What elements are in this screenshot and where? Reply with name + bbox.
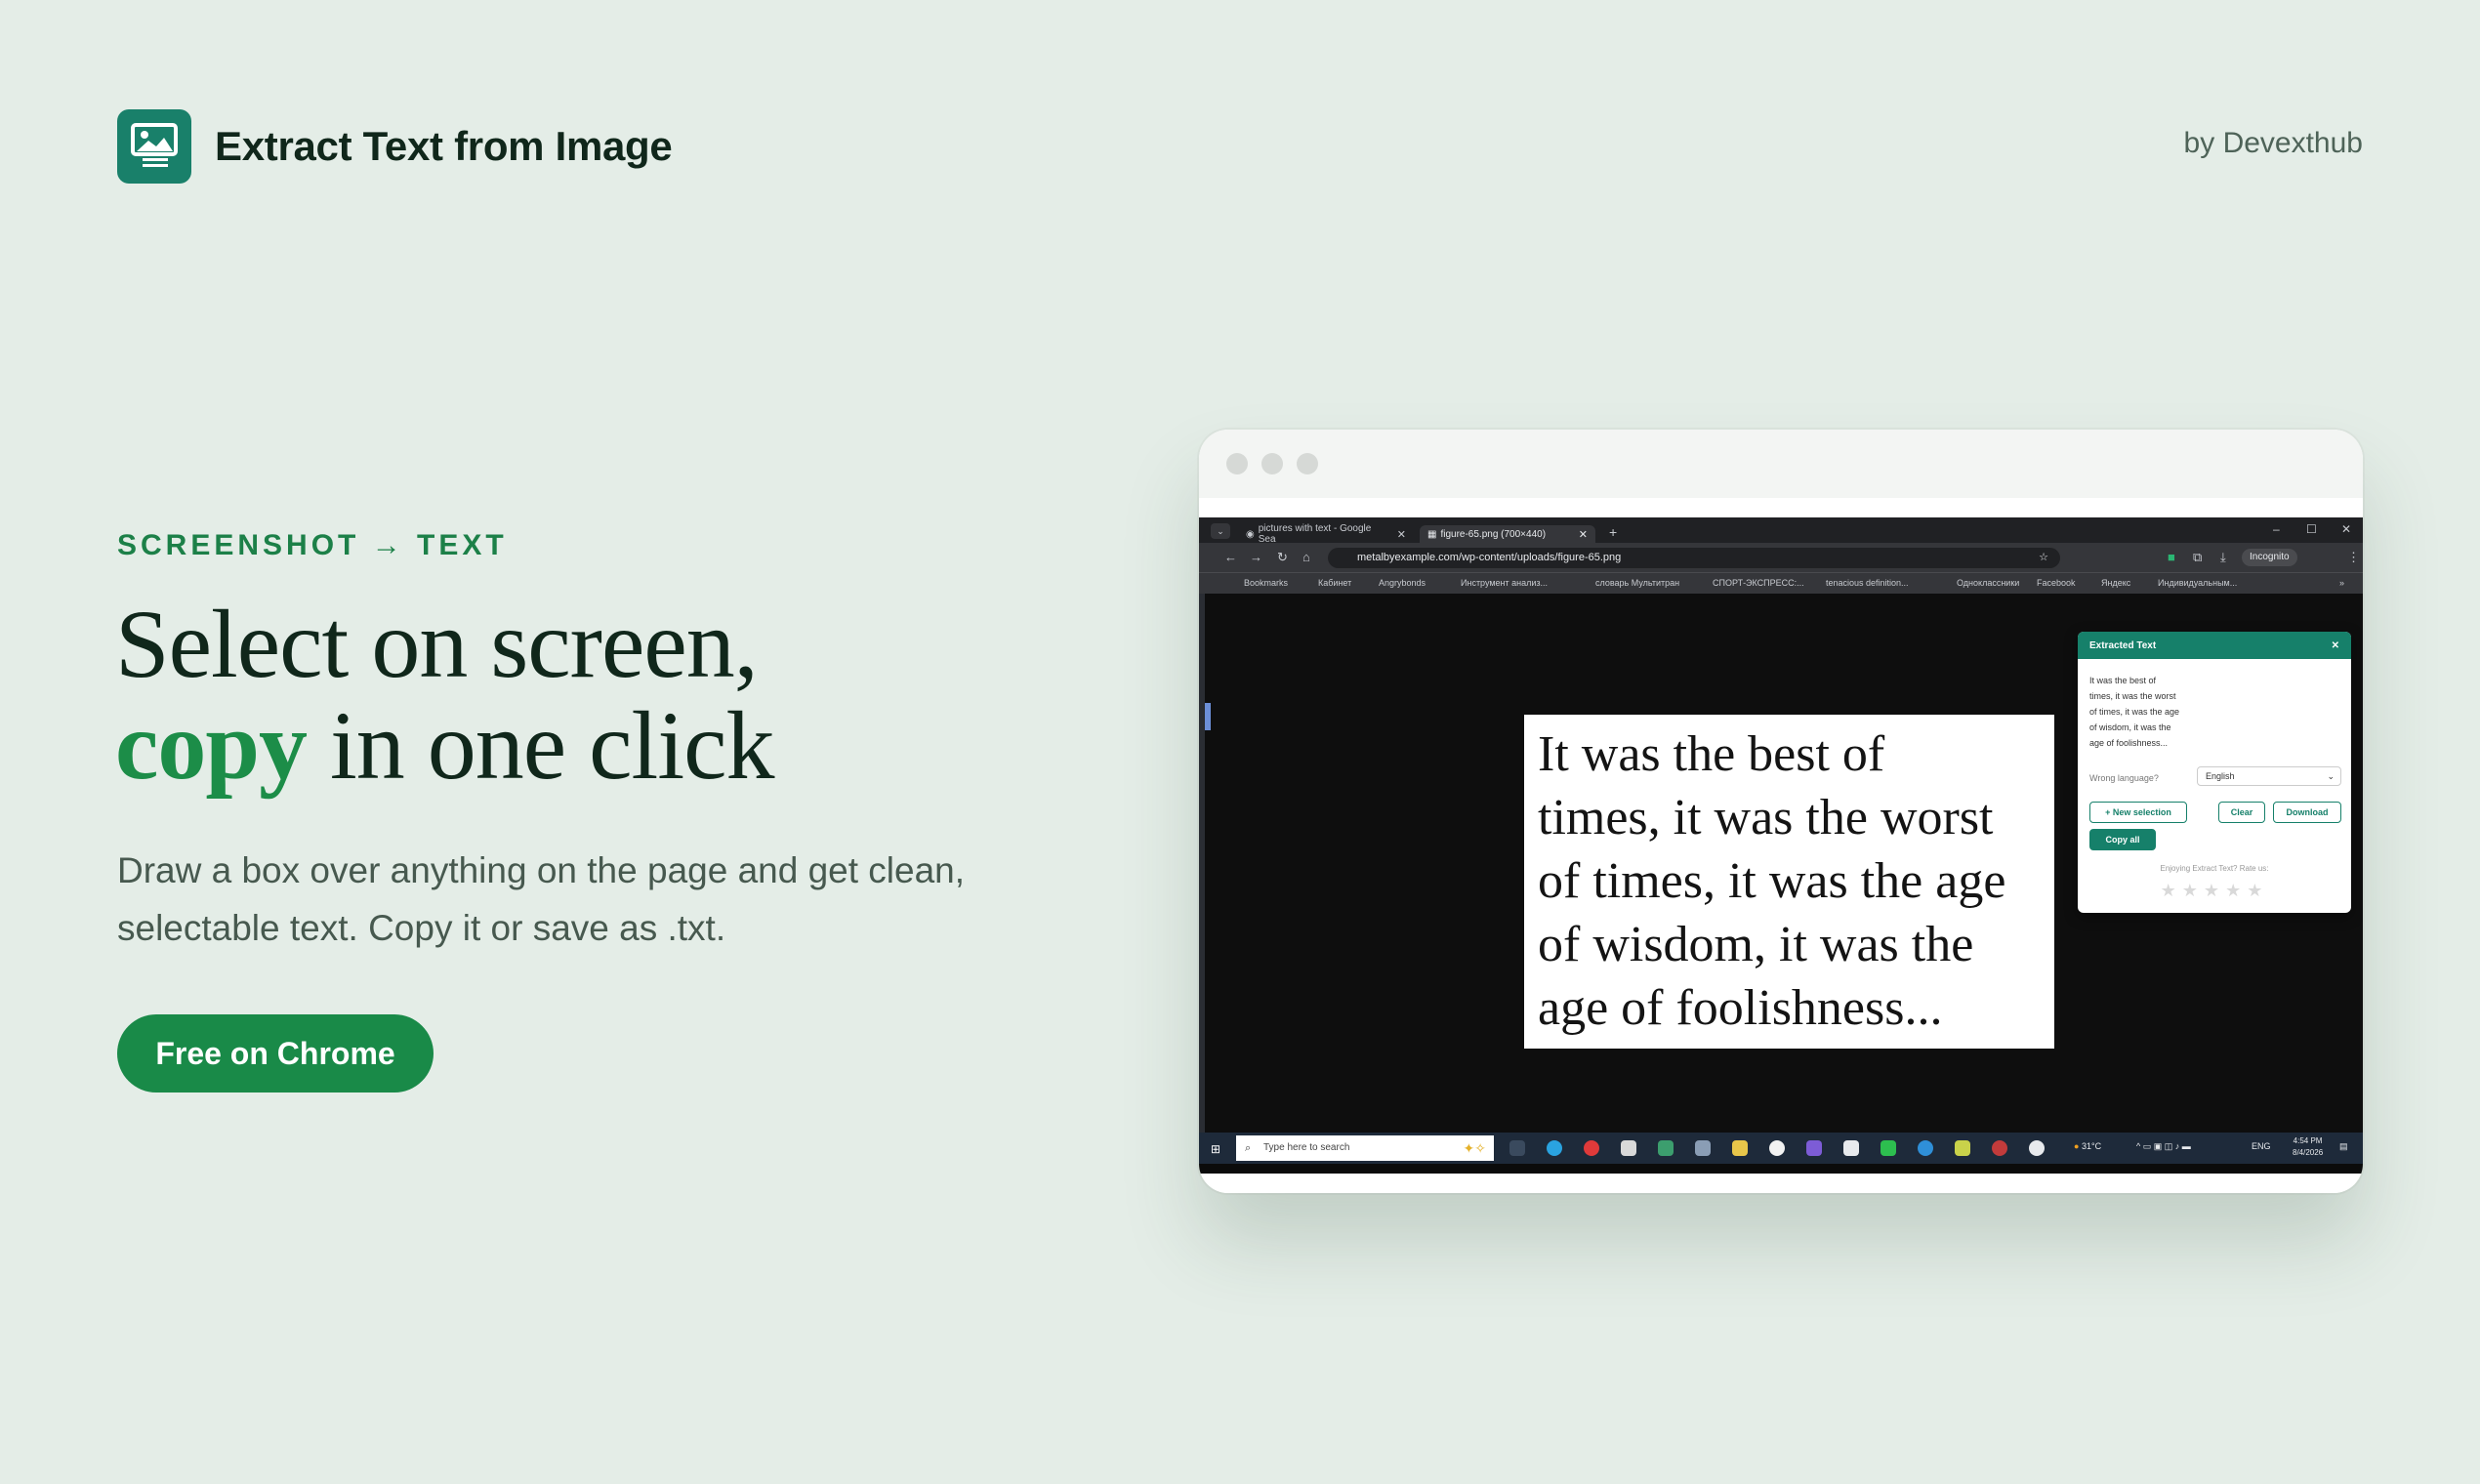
google-icon: ◉ xyxy=(1246,528,1255,540)
bookmark: Индивидуальным... xyxy=(2158,578,2238,588)
incognito-badge: Incognito xyxy=(2242,549,2297,566)
subtext: Draw a box over anything on the page and… xyxy=(117,850,966,948)
free-on-chrome-button[interactable]: Free on Chrome xyxy=(117,1014,434,1092)
home-icon: ⌂ xyxy=(1302,550,1310,564)
browser-mockup: ⌄ ◉ pictures with text - Google Sea ✕ ▦ f… xyxy=(1199,430,2363,1193)
font-icon xyxy=(1843,1140,1859,1156)
bookmarks-bar: Bookmarks Кабинет Angrybonds Инструмент … xyxy=(1199,572,2363,594)
yandex-icon xyxy=(1584,1140,1599,1156)
app-icon xyxy=(1769,1140,1785,1156)
window-dot xyxy=(1261,453,1283,474)
popup-header: Extracted Text ✕ xyxy=(2078,632,2351,659)
maximize-icon: ☐ xyxy=(2306,522,2317,536)
window-dot xyxy=(1297,453,1318,474)
extracted-text-popup: Extracted Text ✕ It was the best of time… xyxy=(2078,632,2351,913)
text-image: It was the best of times, it was the wor… xyxy=(1524,715,2054,1049)
headline-line1: Select on screen, xyxy=(115,590,759,698)
close-icon: ✕ xyxy=(1578,528,1588,541)
close-icon: ✕ xyxy=(1396,528,1406,541)
language-label: Wrong language? xyxy=(2089,773,2159,783)
tab: ◉ pictures with text - Google Sea ✕ xyxy=(1246,523,1406,545)
mockup-titlebar xyxy=(1199,430,2363,498)
close-icon: ✕ xyxy=(2331,639,2339,651)
bookmark: Bookmarks xyxy=(1244,578,1289,588)
headline: Select on screen, copy in one click xyxy=(115,594,775,800)
tray-icons: ^ ▭ ▣ ◫ ♪ ▬ xyxy=(2136,1141,2191,1151)
bookmark: Инструмент анализ... xyxy=(1461,578,1549,588)
clock: 4:54 PM 8/4/2026 xyxy=(2293,1136,2324,1157)
image-icon xyxy=(117,109,191,184)
selection-marker xyxy=(1205,703,1211,730)
bookmark: СПОРТ-ЭКСПРЕСС:... xyxy=(1713,578,1804,588)
eyebrow: SCREENSHOT → TEXT xyxy=(117,529,508,561)
store-icon xyxy=(1621,1140,1636,1156)
taskbar-search: ⌕ Type here to search ✦✧ xyxy=(1236,1135,1494,1161)
chrome-icon xyxy=(1658,1140,1674,1156)
nav-bar: ← → ↻ ⌂ metalbyexample.com/wp-content/up… xyxy=(1199,543,2363,572)
address-bar: metalbyexample.com/wp-content/uploads/fi… xyxy=(1328,548,2060,568)
tab-strip: ⌄ ◉ pictures with text - Google Sea ✕ ▦ f… xyxy=(1199,517,2363,545)
download-icon: ⤓ xyxy=(2220,550,2226,564)
whatsapp-icon xyxy=(1881,1140,1896,1156)
minimize-icon: – xyxy=(2273,522,2280,536)
language-select: English ⌄ xyxy=(2197,766,2341,786)
weather: ● 31°C xyxy=(2074,1141,2102,1151)
notification-icon: ▤ xyxy=(2339,1141,2348,1151)
puzzle-icon: ⧉ xyxy=(2193,550,2203,564)
image-file-icon: ▦ xyxy=(1427,528,1437,540)
mockup-bottom xyxy=(1199,1174,2363,1193)
sun-icon: ● xyxy=(2074,1141,2080,1151)
reload-icon: ↻ xyxy=(1277,550,1288,564)
plus-icon: + xyxy=(1609,524,1618,540)
folder-icon xyxy=(1732,1140,1748,1156)
windows-icon: ⊞ xyxy=(1211,1142,1221,1156)
bookmark: Кабинет xyxy=(1318,578,1352,588)
close-icon: ✕ xyxy=(2341,522,2352,536)
app-icon xyxy=(1955,1140,1970,1156)
tab-active: ▦ figure-65.png (700×440) ✕ xyxy=(1420,525,1595,543)
task-view-icon xyxy=(1509,1140,1525,1156)
rate-prompt: Enjoying Extract Text? Rate us: xyxy=(2160,864,2269,873)
app-icon xyxy=(1806,1140,1822,1156)
headline-line2: in one click xyxy=(307,691,775,800)
new-selection-button: + New selection xyxy=(2089,802,2187,823)
input-language: ENG xyxy=(2252,1141,2271,1151)
copy-all-button: Copy all xyxy=(2089,829,2156,850)
clear-button: Clear xyxy=(2218,802,2265,823)
taskbar: ⊞ ⌕ Type here to search ✦✧ ● 31°C ^ ▭ ▣ … xyxy=(1199,1133,2363,1164)
extension-icon: ■ xyxy=(2168,550,2175,564)
headline-accent: copy xyxy=(115,691,308,800)
forward-icon: → xyxy=(1250,550,1262,564)
bookmark: Angrybonds xyxy=(1379,578,1426,588)
paint-icon xyxy=(1695,1140,1711,1156)
sparkle-icon: ✦✧ xyxy=(1463,1140,1486,1156)
side-panel-edge xyxy=(1199,594,1205,1133)
back-icon: ← xyxy=(1224,550,1237,564)
screenshot: ⌄ ◉ pictures with text - Google Sea ✕ ▦ f… xyxy=(1199,517,2363,1174)
app-icon xyxy=(2029,1140,2045,1156)
app-name: Extract Text from Image xyxy=(215,123,673,169)
bookmark: tenacious definition... xyxy=(1826,578,1909,588)
chevron-down-icon: ⌄ xyxy=(2327,771,2335,781)
search-icon: ⌕ xyxy=(1245,1142,1252,1154)
rating-stars: ★★★★★ xyxy=(2160,881,2269,900)
chevron-right-icon: » xyxy=(2339,578,2345,588)
byline[interactable]: by Devexthub xyxy=(2184,127,2363,160)
bookmark: Facebook xyxy=(2037,578,2076,588)
extracted-text: It was the best of times, it was the wor… xyxy=(2089,676,2180,748)
bookmark: Яндекс xyxy=(2101,578,2131,588)
star-icon: ☆ xyxy=(2039,552,2048,563)
more-icon: ⋮ xyxy=(2347,550,2360,564)
bookmark: словарь Мультитран xyxy=(1595,578,1680,588)
brand: Extract Text from Image xyxy=(117,109,673,184)
download-button: Download xyxy=(2273,802,2341,823)
window-dot xyxy=(1226,453,1248,474)
chevron-down-icon: ⌄ xyxy=(1211,523,1230,539)
bookmark: Одноклассники xyxy=(1957,578,2020,588)
telegram-icon xyxy=(1918,1140,1933,1156)
app-icon xyxy=(1992,1140,2007,1156)
edge-icon xyxy=(1547,1140,1562,1156)
